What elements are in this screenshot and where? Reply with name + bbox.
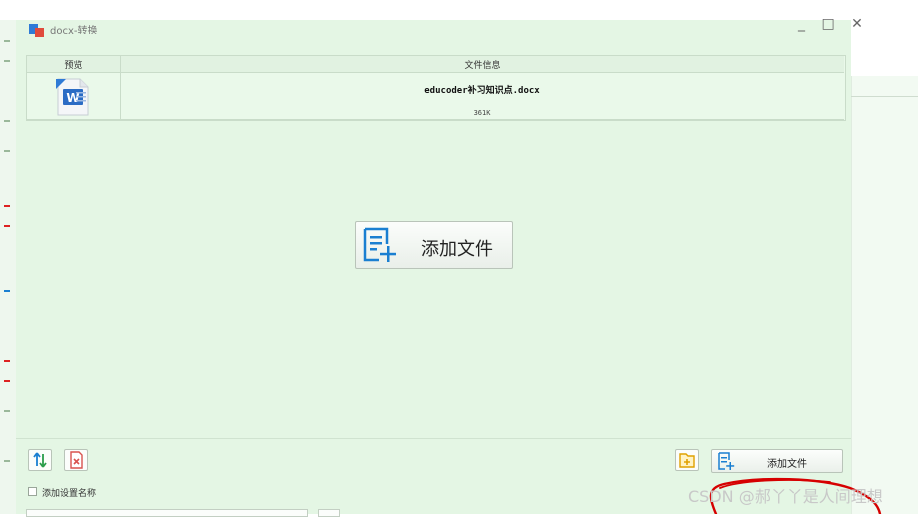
app-icon: [29, 24, 44, 37]
window-title: docx-转换: [50, 26, 98, 34]
add-settings-name-label: 添加设置名称: [42, 489, 97, 499]
settings-name-dropdown[interactable]: [318, 509, 340, 517]
background-window-edge: [0, 20, 17, 514]
file-name: educoder补习知识点.docx: [424, 86, 540, 96]
column-header-file-info[interactable]: 文件信息: [121, 58, 844, 71]
row-divider: [27, 119, 844, 120]
add-folder-button[interactable]: [675, 449, 699, 471]
add-file-label: 添加文件: [421, 239, 493, 260]
list-bottom-border: [16, 438, 851, 439]
csdn-watermark: CSDN @郝丫丫是人间理想: [688, 487, 883, 506]
sort-button[interactable]: [28, 449, 52, 471]
add-file-toolbar-label: 添加文件: [767, 459, 807, 470]
window-controls[interactable]: _ □ ✕: [798, 16, 869, 32]
sort-icon: [33, 452, 47, 468]
file-size: 361K: [473, 109, 491, 117]
delete-file-icon: [70, 451, 83, 469]
add-file-icon: [363, 227, 396, 262]
word-document-icon: W: [56, 78, 89, 116]
background-window-divider: [851, 96, 918, 97]
remove-file-button[interactable]: [64, 449, 88, 471]
background-window-panel: [851, 76, 918, 514]
add-file-small-icon: [718, 452, 735, 470]
add-folder-icon: [679, 453, 695, 468]
add-settings-name-checkbox[interactable]: [28, 487, 37, 496]
column-header-preview[interactable]: 预览: [27, 58, 120, 71]
settings-name-input[interactable]: [26, 509, 308, 517]
title-bar[interactable]: [16, 20, 851, 42]
